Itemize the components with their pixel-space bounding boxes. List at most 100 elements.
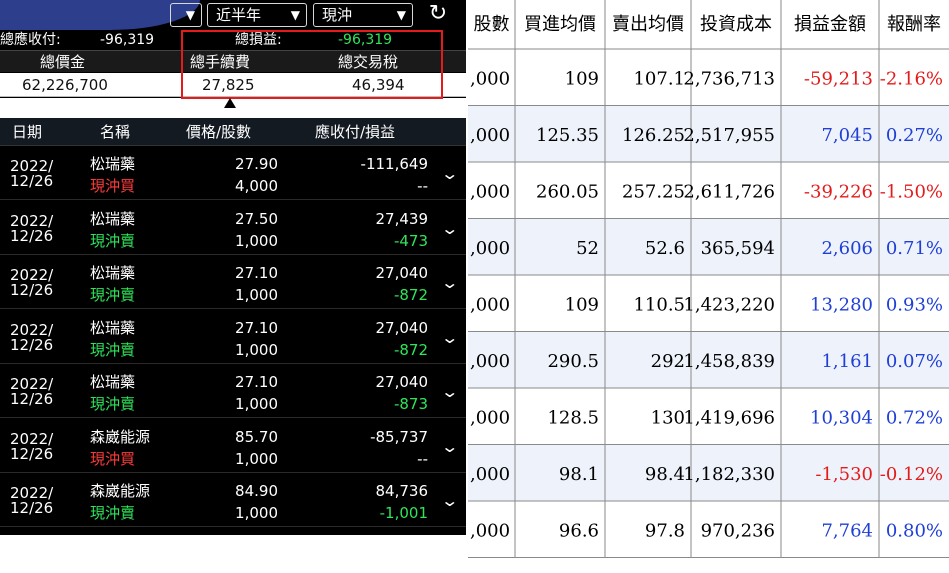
- trade-type: 現沖賣: [90, 340, 136, 359]
- total-price-label: 總價金: [40, 53, 86, 71]
- trade-quantity: 1,000: [235, 340, 278, 359]
- table-cell-pnl: 1,161: [821, 351, 873, 372]
- table-cell-shares: ,000: [470, 68, 510, 89]
- trade-row[interactable]: 2022/12/26 松瑞藥 現沖賣 27.10 1,000 27,040 -873 ⌄: [0, 365, 466, 418]
- trade-quantity: 4,000: [235, 177, 278, 195]
- expand-chevron-icon[interactable]: ⌄: [440, 437, 459, 456]
- trade-date-day: 12/26: [10, 444, 54, 463]
- table-cell-pnl: 7,764: [821, 520, 873, 541]
- trade-type: 現沖賣: [90, 286, 136, 304]
- profit-loss-table: 股數 買進均價 賣出均價 投資成本 損益金額 報酬率 ,000 109 107.1 2,736,…: [468, 0, 949, 573]
- trade-row[interactable]: 2022/12/26 松瑞藥 現沖賣 27.50 1,000 27,439 -473 ⌄: [0, 201, 466, 255]
- stock-name: 森崴能源: [90, 482, 151, 500]
- trade-type: 現沖賣: [90, 231, 136, 250]
- expand-chevron-icon[interactable]: ⌄: [440, 492, 459, 510]
- table-cell-shares: ,000: [470, 351, 510, 372]
- trade-quantity: 1,000: [235, 286, 278, 304]
- trade-date-day: 12/26: [10, 226, 54, 245]
- expand-chevron-icon[interactable]: ⌄: [440, 219, 459, 238]
- table-cell-cost: 1,458,839: [683, 351, 775, 372]
- table-cell-shares: ,000: [470, 294, 510, 315]
- expand-chevron-icon[interactable]: ⌄: [440, 274, 459, 292]
- trade-row[interactable]: 2022/12/26 松瑞藥 現沖買 27.90 4,000 -111,649 -- ⌄: [0, 147, 466, 200]
- table-column-header: 股數: [474, 14, 510, 35]
- expand-chevron-icon[interactable]: ⌄: [440, 165, 459, 183]
- trade-date-day: 12/26: [10, 335, 54, 354]
- trade-date-day: 12/26: [10, 390, 54, 408]
- table-column-header: 賣出均價: [612, 14, 684, 35]
- table-cell-cost: 1,182,330: [683, 464, 775, 485]
- trade-pnl: -872: [393, 340, 428, 359]
- trade-row[interactable]: 2022/12/26 松瑞藥 現沖賣 27.10 1,000 27,040 -872 ⌄: [0, 256, 466, 309]
- table-cell-sell: 110.5: [633, 294, 685, 315]
- expand-chevron-icon[interactable]: ⌄: [440, 328, 459, 347]
- table-column-header: 買進均價: [524, 14, 596, 35]
- stock-name: 森崴能源: [90, 427, 151, 446]
- trade-amount: 27,040: [375, 264, 429, 282]
- trade-quantity: 1,000: [235, 395, 278, 413]
- trade-date-day: 12/26: [10, 499, 54, 517]
- trade-pnl: -872: [393, 286, 428, 304]
- table-cell-sell: 257.25: [622, 181, 685, 202]
- table-cell-cost: 1,423,220: [683, 294, 775, 315]
- trade-pnl: --: [417, 449, 428, 468]
- table-cell-ret: -2.16%: [880, 68, 943, 89]
- table-cell-buy: 125.35: [536, 125, 599, 146]
- table-cell-sell: 52.6: [645, 238, 685, 259]
- table-cell-pnl: 10,304: [810, 407, 873, 428]
- trade-quantity: 1,000: [235, 231, 278, 250]
- total-receivable-label: 總應收付:: [0, 32, 61, 48]
- chevron-down-icon: ▼: [290, 8, 300, 22]
- trade-row[interactable]: 2022/12/26 森崴能源 現沖賣 84.90 1,000 84,736 -1,001 ⌄: [0, 474, 466, 527]
- trade-amount: 27,439: [375, 209, 429, 228]
- table-cell-buy: 109: [565, 294, 599, 315]
- table-column-header: 損益金額: [794, 14, 866, 35]
- trade-amount: 27,040: [375, 318, 429, 337]
- table-cell-ret: 0.80%: [886, 520, 943, 541]
- table-cell-shares: ,000: [470, 520, 510, 541]
- account-dropdown[interactable]: ▼: [170, 3, 202, 27]
- expand-chevron-icon[interactable]: ⌄: [440, 383, 459, 401]
- trade-price: 84.90: [235, 482, 278, 500]
- trade-pnl: --: [417, 177, 428, 195]
- table-cell-buy: 109: [565, 68, 599, 89]
- trade-pnl: -1,001: [379, 504, 428, 522]
- trade-type-label: 現沖: [322, 6, 353, 24]
- table-cell-shares: ,000: [470, 238, 510, 259]
- trade-amount: -85,737: [370, 427, 428, 446]
- trade-price: 27.10: [235, 264, 278, 282]
- trade-date-day: 12/26: [10, 281, 54, 299]
- table-cell-ret: -1.50%: [880, 181, 943, 202]
- table-cell-cost: 365,594: [701, 238, 775, 259]
- table-cell-shares: ,000: [470, 407, 510, 428]
- table-cell-buy: 98.1: [559, 464, 599, 485]
- stock-name: 松瑞藥: [90, 209, 136, 228]
- trade-row[interactable]: 2022/12/26 松瑞藥 現沖賣 27.10 1,000 27,040 -872 ⌄: [0, 310, 466, 364]
- table-cell-ret: 0.71%: [886, 238, 943, 259]
- stock-name: 松瑞藥: [90, 373, 136, 391]
- table-cell-buy: 290.5: [547, 351, 599, 372]
- chevron-down-icon: ▼: [185, 8, 195, 22]
- chevron-down-icon: ▼: [396, 8, 406, 22]
- trade-type: 現沖買: [90, 177, 136, 195]
- table-cell-buy: 128.5: [547, 407, 599, 428]
- table-cell-pnl: -1,530: [815, 464, 873, 485]
- trade-price: 27.10: [235, 373, 278, 391]
- trade-pnl: -473: [393, 231, 428, 250]
- table-cell-ret: 0.72%: [886, 407, 943, 428]
- trade-amount: -111,649: [360, 155, 428, 173]
- trade-list: 日期 名稱 價格/股數 應收付/損益 2022/12/26 松瑞藥 現沖買 27.90…: [0, 118, 466, 535]
- trade-type-dropdown[interactable]: 現沖 ▼: [313, 3, 413, 27]
- table-cell-pnl: -39,226: [804, 181, 873, 202]
- stock-name: 松瑞藥: [90, 264, 136, 282]
- trade-type: 現沖買: [90, 449, 136, 468]
- trade-app-panel: ▼ 近半年 ▼ 現沖 ▼ ↻ 總應收付: -96,319 總損益: -96,31…: [0, 0, 466, 573]
- column-header-amount-pnl: 應收付/損益: [315, 123, 396, 141]
- collapse-triangle-icon[interactable]: [224, 98, 236, 108]
- period-dropdown[interactable]: 近半年 ▼: [207, 3, 307, 27]
- refresh-icon[interactable]: ↻: [423, 3, 453, 27]
- trade-pnl: -873: [393, 395, 428, 413]
- table-cell-buy: 96.6: [559, 520, 599, 541]
- trade-row[interactable]: 2022/12/26 森崴能源 現沖買 85.70 1,000 -85,737 -- ⌄: [0, 419, 466, 473]
- pnl-table-svg: 股數 買進均價 賣出均價 投資成本 損益金額 報酬率 ,000 109 107.12,736,…: [468, 0, 949, 558]
